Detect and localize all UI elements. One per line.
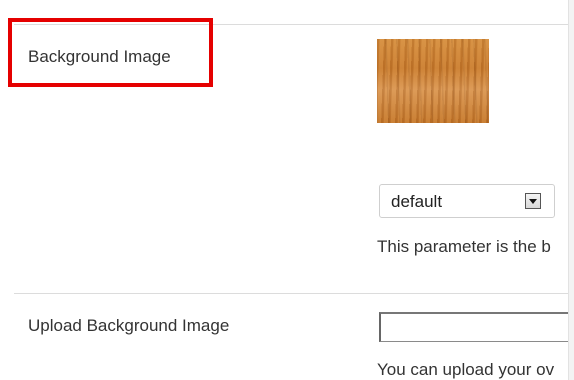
background-image-thumbnail bbox=[377, 39, 489, 123]
scrollbar[interactable] bbox=[568, 0, 574, 380]
upload-background-image-input[interactable] bbox=[379, 312, 574, 342]
background-image-select[interactable]: default bbox=[379, 184, 555, 218]
background-image-help: This parameter is the b bbox=[377, 237, 551, 256]
section-divider bbox=[14, 293, 574, 294]
chevron-down-icon[interactable] bbox=[525, 193, 541, 209]
select-value: default bbox=[391, 192, 443, 211]
background-image-label: Background Image bbox=[28, 47, 171, 66]
upload-background-image-help: You can upload your ov bbox=[377, 360, 555, 379]
upload-background-image-label: Upload Background Image bbox=[28, 316, 230, 335]
